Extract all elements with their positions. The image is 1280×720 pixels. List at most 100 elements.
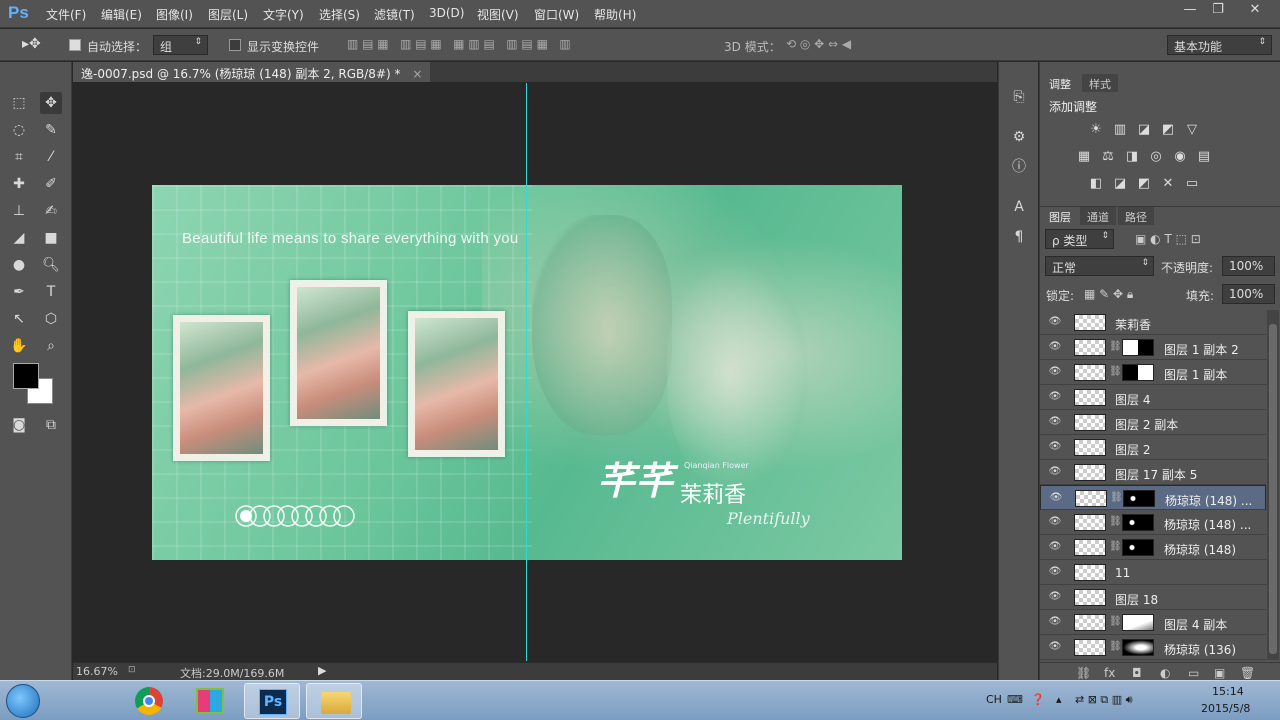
- healing-brush-icon[interactable]: ✚: [8, 173, 30, 195]
- eye-visibility-icon[interactable]: 👁︎: [1048, 465, 1062, 479]
- eye-visibility-icon[interactable]: 👁︎: [1048, 565, 1062, 579]
- brush-tool-icon[interactable]: ✐: [40, 173, 62, 195]
- layer-mask-thumbnail[interactable]: [1122, 514, 1154, 531]
- layer-thumbnail[interactable]: [1074, 439, 1106, 456]
- menu-type[interactable]: 文字(Y): [263, 6, 304, 23]
- filter-type-icons[interactable]: ▣ ◐ T ⬚ ⊡: [1135, 232, 1201, 246]
- eye-visibility-icon[interactable]: 👁︎: [1048, 540, 1062, 554]
- auto-select-checkbox[interactable]: [69, 39, 81, 51]
- clock-time[interactable]: 15:14: [1212, 685, 1244, 698]
- layer-name[interactable]: 图层 2: [1115, 441, 1150, 458]
- help-icon[interactable]: ❓: [1031, 693, 1045, 706]
- language-indicator[interactable]: CH: [986, 693, 1002, 706]
- artwork-canvas[interactable]: Beautiful life means to share everything…: [152, 185, 902, 560]
- eyedropper-tool-icon[interactable]: ⁄: [40, 146, 62, 168]
- menu-select[interactable]: 选择(S): [319, 6, 360, 23]
- gradient-tool-icon[interactable]: ■: [40, 227, 62, 249]
- eye-visibility-icon[interactable]: 👁︎: [1048, 640, 1062, 654]
- levels-icon[interactable]: ▥: [1111, 122, 1129, 138]
- layer-thumbnail[interactable]: [1074, 414, 1106, 431]
- layer-name[interactable]: 图层 1 副本: [1164, 366, 1227, 383]
- screen-mode-icon[interactable]: ⧉: [40, 414, 62, 436]
- layer-row[interactable]: 👁︎ 图层 17 副本 5: [1040, 460, 1266, 485]
- move-tool-icon[interactable]: ✥: [40, 92, 62, 114]
- color-balance-icon[interactable]: ⚖: [1099, 149, 1117, 165]
- history-panel-icon[interactable]: ⎘: [1008, 86, 1030, 108]
- layer-name[interactable]: 杨琼琼 (148) ...: [1164, 516, 1251, 533]
- store-taskbar-icon[interactable]: [182, 683, 238, 719]
- restore-button[interactable]: ❐: [1204, 0, 1232, 20]
- mask-link-icon[interactable]: ⛓: [1109, 616, 1122, 627]
- tray-app-icons[interactable]: ⇄ ⊠ ⧉ ▥ 🔊︎: [1075, 693, 1133, 707]
- quick-mask-icon[interactable]: ◙: [8, 414, 30, 436]
- layer-name[interactable]: 杨琼琼 (148) ...: [1165, 492, 1252, 509]
- foreground-color-swatch[interactable]: [13, 363, 39, 389]
- pen-tool-icon[interactable]: ✒: [8, 281, 30, 303]
- black-white-icon[interactable]: ◨: [1123, 149, 1141, 165]
- close-tab-icon[interactable]: ×: [412, 67, 422, 81]
- paragraph-panel-icon[interactable]: ¶: [1008, 226, 1030, 248]
- menu-3d[interactable]: 3D(D): [429, 6, 464, 20]
- chrome-taskbar-icon[interactable]: [121, 683, 177, 719]
- path-select-tool-icon[interactable]: ↖: [8, 308, 30, 330]
- layer-row[interactable]: 👁︎ 11: [1040, 560, 1266, 585]
- mask-link-icon[interactable]: ⛓: [1109, 366, 1122, 377]
- photo-filter-icon[interactable]: ◎: [1147, 149, 1165, 165]
- selective-color-icon[interactable]: ✕: [1159, 176, 1177, 192]
- marquee-tool-icon[interactable]: ⬚: [8, 92, 30, 114]
- layer-mask-thumbnail[interactable]: [1122, 539, 1154, 556]
- layer-row[interactable]: 👁︎ ⛓ 图层 1 副本: [1040, 360, 1266, 385]
- vibrance-icon[interactable]: ▽: [1183, 122, 1201, 138]
- layer-name[interactable]: 图层 17 副本 5: [1115, 466, 1197, 483]
- start-button[interactable]: [6, 684, 40, 718]
- type-tool-icon[interactable]: T: [40, 281, 62, 303]
- opacity-input[interactable]: 100%: [1222, 256, 1275, 276]
- menu-help[interactable]: 帮助(H): [594, 6, 636, 23]
- hue-saturation-icon[interactable]: ▦: [1075, 149, 1093, 165]
- layer-mask-thumbnail[interactable]: [1122, 364, 1154, 381]
- mask-link-icon[interactable]: ⛓: [1109, 641, 1122, 652]
- tab-adjustments[interactable]: 调整: [1042, 74, 1078, 92]
- minimize-button[interactable]: —: [1176, 0, 1204, 20]
- new-layer-icon[interactable]: ▣: [1214, 666, 1225, 680]
- eye-visibility-icon[interactable]: 👁︎: [1048, 365, 1062, 379]
- tab-paths[interactable]: 路径: [1118, 207, 1154, 225]
- mask-link-icon[interactable]: ⛓: [1109, 541, 1122, 552]
- layer-row[interactable]: 👁︎ ⛓ 图层 1 副本 2: [1040, 335, 1266, 360]
- layer-name[interactable]: 图层 4: [1115, 391, 1150, 408]
- menu-view[interactable]: 视图(V): [477, 6, 519, 23]
- layer-name[interactable]: 图层 1 副本 2: [1164, 341, 1239, 358]
- layer-thumbnail[interactable]: [1074, 539, 1106, 556]
- layer-thumbnail[interactable]: [1074, 589, 1106, 606]
- vertical-guide-line[interactable]: [526, 83, 527, 661]
- tab-layers[interactable]: 图层: [1042, 207, 1078, 225]
- history-brush-icon[interactable]: ✍: [40, 200, 62, 222]
- brightness-icon[interactable]: ☀: [1087, 122, 1105, 138]
- link-layers-icon[interactable]: ⛓: [1076, 666, 1091, 680]
- scrollbar-thumb[interactable]: [1269, 324, 1277, 654]
- auto-select-dropdown[interactable]: 组 ⇕: [153, 35, 208, 55]
- lasso-tool-icon[interactable]: ◌: [8, 119, 30, 141]
- layer-mask-thumbnail[interactable]: [1122, 339, 1154, 356]
- color-lookup-icon[interactable]: ▤: [1195, 149, 1213, 165]
- layer-row[interactable]: 👁︎ ⛓ 杨琼琼 (148): [1040, 535, 1266, 560]
- layer-name[interactable]: 图层 4 副本: [1164, 616, 1227, 633]
- character-panel-icon[interactable]: A: [1008, 196, 1030, 218]
- layer-row[interactable]: 👁︎ ⛓ 杨琼琼 (148) ...: [1040, 485, 1266, 510]
- menu-window[interactable]: 窗口(W): [534, 6, 579, 23]
- layer-row[interactable]: 👁︎ 图层 2: [1040, 435, 1266, 460]
- layer-thumbnail[interactable]: [1074, 614, 1106, 631]
- layer-name[interactable]: 杨琼琼 (136): [1164, 641, 1236, 658]
- tab-channels[interactable]: 通道: [1080, 207, 1116, 225]
- lock-icons[interactable]: ▦ ✎ ✥ 🔒︎: [1084, 287, 1133, 302]
- layer-name[interactable]: 图层 18: [1115, 591, 1158, 608]
- quick-select-tool-icon[interactable]: ✎: [40, 119, 62, 141]
- layer-row[interactable]: 👁︎ 图层 4: [1040, 385, 1266, 410]
- layers-scrollbar[interactable]: [1267, 310, 1279, 660]
- layer-name[interactable]: 11: [1115, 566, 1130, 580]
- posterize-icon[interactable]: ◪: [1111, 176, 1129, 192]
- blur-tool-icon[interactable]: ●: [8, 254, 30, 276]
- properties-panel-icon[interactable]: ⚙: [1008, 126, 1030, 148]
- eye-visibility-icon[interactable]: 👁︎: [1048, 590, 1062, 604]
- show-hidden-icons[interactable]: ▴: [1056, 693, 1062, 706]
